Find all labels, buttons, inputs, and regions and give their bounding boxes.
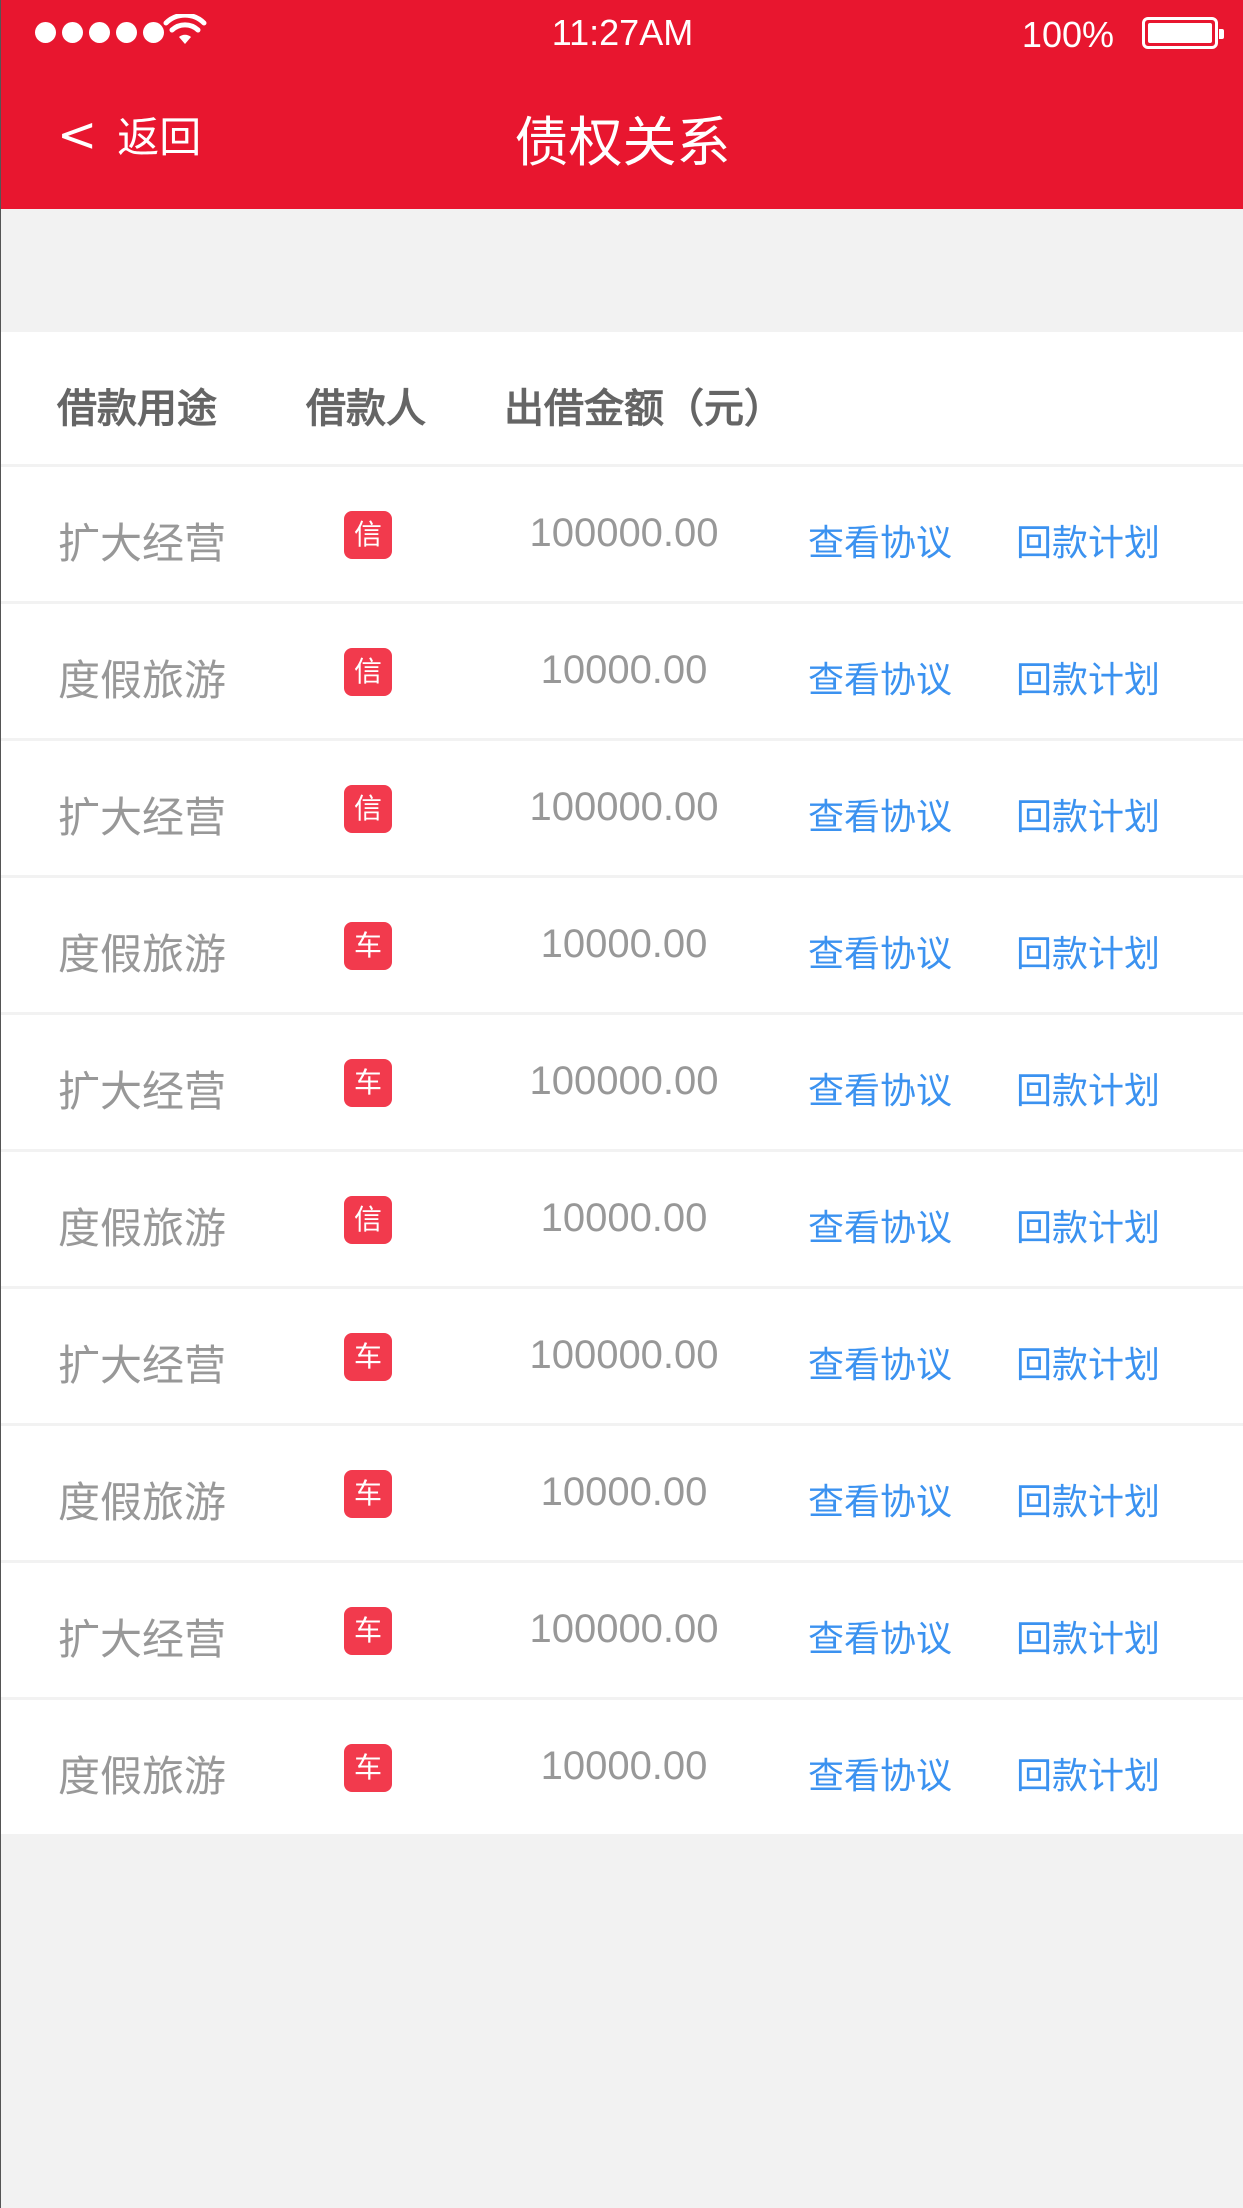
view-agreement-link[interactable]: 查看协议 [808,1062,952,1114]
lend-amount: 10000.00 [540,922,708,966]
view-agreement-link[interactable]: 查看协议 [808,651,952,703]
borrower-type-badge: 车 [344,1470,392,1518]
table-row: 度假旅游 信 10000.00 查看协议 回款计划 [1,604,1243,741]
repayment-plan-link[interactable]: 回款计划 [1016,1062,1160,1114]
table-row: 度假旅游 车 10000.00 查看协议 回款计划 [1,1426,1243,1563]
lend-amount: 100000.00 [529,1607,719,1651]
table-row: 扩大经营 信 100000.00 查看协议 回款计划 [1,467,1243,604]
loan-purpose: 扩大经营 [58,793,227,842]
view-agreement-link[interactable]: 查看协议 [808,925,952,977]
loan-purpose: 度假旅游 [58,930,227,979]
table-row: 扩大经营 车 100000.00 查看协议 回款计划 [1,1289,1243,1426]
borrower-type-badge: 车 [344,1744,392,1792]
column-header-purpose: 借款用途 [57,386,217,432]
repayment-plan-link[interactable]: 回款计划 [1016,1336,1160,1388]
creditor-table: 借款用途 借款人 出借金额（元） 扩大经营信 100000.00 查看协议 回款计划度… [1,332,1243,1837]
loan-purpose: 扩大经营 [58,519,227,568]
column-header-amount: 出借金额（元） [504,386,784,432]
repayment-plan-link[interactable]: 回款计划 [1016,1199,1160,1251]
loan-purpose: 扩大经营 [58,1067,227,1116]
repayment-plan-link[interactable]: 回款计划 [1016,1473,1160,1525]
view-agreement-link[interactable]: 查看协议 [808,1199,952,1251]
borrower-type-badge: 信 [344,785,392,833]
loan-purpose: 扩大经营 [58,1341,227,1390]
table-row: 度假旅游 车 10000.00 查看协议 回款计划 [1,1700,1243,1837]
table-row: 扩大经营 信 100000.00 查看协议 回款计划 [1,741,1243,878]
repayment-plan-link[interactable]: 回款计划 [1016,514,1160,566]
loan-purpose: 度假旅游 [58,656,227,705]
lend-amount: 100000.00 [529,1333,719,1377]
lend-amount: 100000.00 [529,511,719,555]
nav-bar: 11:27AM 100% < 返回 债权关系 [1,0,1243,209]
table-header: 借款用途 借款人 出借金额（元） [1,332,1243,467]
view-agreement-link[interactable]: 查看协议 [808,1473,952,1525]
lend-amount: 10000.00 [540,648,708,692]
table-body: 扩大经营信 100000.00 查看协议 回款计划 度假旅游信 10000.00 查看协议回… [1,467,1243,1837]
view-agreement-link[interactable]: 查看协议 [808,514,952,566]
battery-percentage: 100% [1021,14,1114,55]
borrower-type-badge: 信 [344,648,392,696]
borrower-type-badge: 车 [344,1607,392,1655]
lend-amount: 10000.00 [540,1196,708,1240]
view-agreement-link[interactable]: 查看协议 [808,788,952,840]
loan-purpose: 度假旅游 [58,1478,227,1527]
repayment-plan-link[interactable]: 回款计划 [1016,1747,1160,1799]
table-row: 度假旅游 车 10000.00 查看协议 回款计划 [1,878,1243,1015]
table-row: 扩大经营 车 100000.00 查看协议 回款计划 [1,1015,1243,1152]
lend-amount: 10000.00 [540,1744,708,1788]
battery-icon [1142,17,1224,49]
borrower-type-badge: 信 [344,511,392,559]
page-title: 债权关系 [514,111,731,174]
column-header-borrower: 借款人 [306,386,426,432]
view-agreement-link[interactable]: 查看协议 [808,1747,952,1799]
borrower-type-badge: 车 [344,1333,392,1381]
repayment-plan-link[interactable]: 回款计划 [1016,1610,1160,1662]
borrower-type-badge: 车 [344,922,392,970]
loan-purpose: 扩大经营 [58,1615,227,1664]
view-agreement-link[interactable]: 查看协议 [808,1610,952,1662]
lend-amount: 100000.00 [529,785,719,829]
lend-amount: 100000.00 [529,1059,719,1103]
repayment-plan-link[interactable]: 回款计划 [1016,788,1160,840]
table-row: 扩大经营 车 100000.00 查看协议 回款计划 [1,1563,1243,1700]
borrower-type-badge: 车 [344,1059,392,1107]
borrower-type-badge: 信 [344,1196,392,1244]
status-bar: 11:27AM 100% [1,0,1243,66]
loan-purpose: 度假旅游 [58,1752,227,1801]
repayment-plan-link[interactable]: 回款计划 [1016,925,1160,977]
repayment-plan-link[interactable]: 回款计划 [1016,651,1160,703]
loan-purpose: 度假旅游 [58,1204,227,1253]
lend-amount: 10000.00 [540,1470,708,1514]
table-row: 度假旅游 信 10000.00 查看协议 回款计划 [1,1152,1243,1289]
view-agreement-link[interactable]: 查看协议 [808,1336,952,1388]
